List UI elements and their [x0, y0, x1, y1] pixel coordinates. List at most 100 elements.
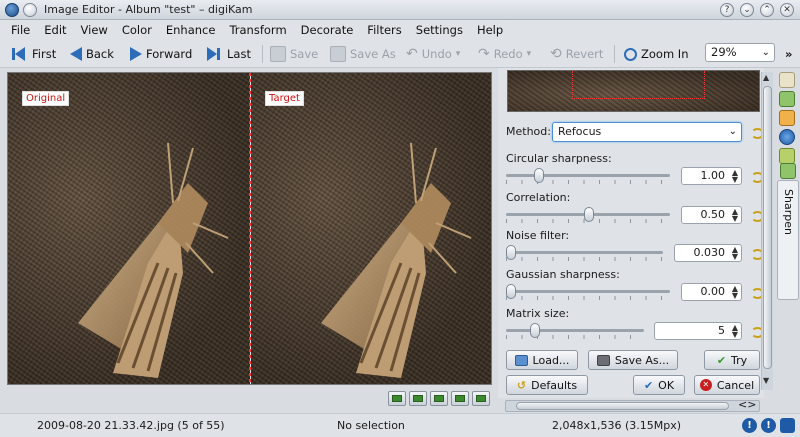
defaults-button[interactable]: ↺ Defaults — [506, 375, 588, 395]
save-button[interactable]: Save — [270, 44, 318, 64]
toolbar-overflow-button[interactable]: » — [785, 44, 792, 64]
spin-arrows-icon[interactable]: ▲ ▼ — [732, 246, 738, 261]
sidebar-tab-colors[interactable] — [779, 110, 795, 126]
sticky-icon[interactable] — [23, 3, 37, 17]
menu-decorate[interactable]: Decorate — [294, 23, 361, 37]
menu-transform[interactable]: Transform — [222, 23, 293, 37]
back-button[interactable]: Back — [70, 44, 114, 64]
scroll-down-icon[interactable]: ▼ — [763, 376, 769, 385]
circular-sharpness-slider[interactable] — [506, 168, 670, 184]
noise-filter-slider[interactable] — [506, 245, 663, 261]
sidebar-tab-sharpen[interactable]: Sharpen — [777, 163, 799, 300]
preview-mode-button[interactable] — [409, 391, 427, 406]
last-button[interactable]: Last — [207, 44, 251, 64]
close-button[interactable]: ✕ — [780, 3, 794, 17]
correlation-slider[interactable] — [506, 207, 670, 223]
menu-enhance[interactable]: Enhance — [159, 23, 223, 37]
save-as-button[interactable]: Save As — [330, 44, 396, 64]
sidebar-tab-properties[interactable] — [779, 72, 795, 88]
noise-filter-spinbox[interactable]: 0.030 ▲ ▼ — [674, 244, 742, 262]
back-label: Back — [86, 47, 114, 61]
ok-label: OK — [658, 378, 675, 392]
ok-button[interactable]: ✔ OK — [633, 375, 685, 395]
slider-handle[interactable] — [584, 207, 594, 222]
undo-dropdown-icon[interactable]: ▾ — [456, 49, 461, 59]
spin-arrows-icon[interactable]: ▲ ▼ — [732, 285, 738, 300]
minimize-button[interactable]: ⌄ — [740, 3, 754, 17]
scroll-arrows-icon[interactable]: <> — [738, 398, 756, 411]
revert-button[interactable]: ⟲ Revert — [550, 44, 603, 64]
info-icon[interactable]: ! — [742, 418, 757, 433]
gaussian-sharpness-slider[interactable] — [506, 284, 670, 300]
method-select[interactable]: Refocus ⌄ — [552, 122, 742, 142]
navigator-selection[interactable] — [572, 71, 705, 99]
preview-mode-button[interactable] — [430, 391, 448, 406]
matrix-size-spinbox[interactable]: 5 ▲ ▼ — [654, 322, 742, 340]
matrix-size-slider[interactable] — [506, 323, 644, 339]
scroll-up-icon[interactable]: ▲ — [763, 73, 769, 82]
menu-filters[interactable]: Filters — [360, 23, 408, 37]
cancel-button[interactable]: ✕ Cancel — [694, 375, 760, 395]
slider-ticks — [506, 335, 644, 339]
app-icon[interactable] — [5, 3, 19, 17]
menu-color[interactable]: Color — [115, 23, 159, 37]
magnifier-icon — [624, 47, 637, 61]
menu-settings[interactable]: Settings — [409, 23, 470, 37]
original-image[interactable]: Original — [8, 73, 250, 384]
scrollbar-thumb[interactable] — [763, 86, 772, 369]
menu-view[interactable]: View — [74, 23, 115, 37]
slider-handle[interactable] — [534, 168, 544, 183]
sidebar-tab-metadata[interactable] — [779, 91, 795, 107]
menu-edit[interactable]: Edit — [37, 23, 73, 37]
panel-vertical-scrollbar[interactable]: ▲ ▼ — [761, 72, 773, 390]
sidebar-tab-geolocation[interactable] — [779, 129, 795, 145]
circular-sharpness-spinbox[interactable]: 1.00 ▲ ▼ — [681, 167, 742, 185]
preview-mode-button[interactable] — [472, 391, 490, 406]
original-label: Original — [22, 91, 70, 106]
save-as-settings-button[interactable]: Save As... — [588, 350, 678, 370]
undo-button[interactable]: ↶ Undo ▾ — [406, 44, 460, 64]
status-bar: 2009-08-20 21.33.42.jpg (5 of 55) No sel… — [0, 413, 800, 437]
preview-mode-button[interactable] — [451, 391, 469, 406]
spin-arrows-icon[interactable]: ▲ ▼ — [732, 169, 738, 184]
first-button[interactable]: First — [12, 44, 56, 64]
menu-help[interactable]: Help — [470, 23, 510, 37]
maximize-button[interactable]: ⌃ — [760, 3, 774, 17]
folder-open-icon — [514, 354, 528, 366]
sharpen-tool-panel: Method: Refocus ⌄ Circular sharpness: 1.… — [498, 68, 764, 398]
slider-handle[interactable] — [506, 284, 516, 299]
scrollbar-thumb[interactable] — [516, 402, 729, 410]
slider-handle[interactable] — [530, 323, 540, 338]
navigator-thumbnail[interactable] — [507, 70, 760, 112]
preview-mode-button[interactable] — [388, 391, 406, 406]
zoom-in-button[interactable]: Zoom In — [624, 44, 689, 64]
spin-arrows-icon[interactable]: ▲ ▼ — [732, 208, 738, 223]
moth-image — [321, 142, 472, 378]
try-button[interactable]: ✔ Try — [704, 350, 760, 370]
slider-handle[interactable] — [506, 245, 516, 260]
context-help-button[interactable]: ? — [720, 3, 734, 17]
correlation-spinbox[interactable]: 0.50 ▲ ▼ — [681, 206, 742, 224]
info-icon[interactable]: ! — [761, 418, 776, 433]
sharpen-tab-label: Sharpen — [782, 189, 795, 235]
selection-info: No selection — [337, 419, 405, 432]
sidebar-tab-tags[interactable] — [779, 148, 795, 164]
target-image[interactable]: Target — [251, 73, 491, 384]
zoom-level-select[interactable]: 29% ⌄ — [705, 43, 775, 62]
menu-file[interactable]: File — [4, 23, 37, 37]
progress-icon[interactable] — [780, 418, 795, 433]
redo-dropdown-icon[interactable]: ▾ — [527, 49, 532, 59]
forward-arrow-icon — [130, 47, 142, 61]
gaussian-sharpness-spinbox[interactable]: 0.00 ▲ ▼ — [681, 283, 742, 301]
image-dimensions: 2,048x1,536 (3.15Mpx) — [552, 419, 682, 432]
panel-horizontal-scrollbar[interactable] — [505, 400, 760, 412]
image-canvas[interactable]: Original Target — [7, 72, 492, 385]
spin-arrows-icon[interactable]: ▲ ▼ — [732, 324, 738, 339]
toolbar-separator — [262, 45, 263, 63]
first-label: First — [32, 47, 57, 61]
redo-button[interactable]: ↷ Redo ▾ — [478, 44, 531, 64]
load-button[interactable]: Load... — [506, 350, 578, 370]
slider-ticks — [506, 296, 670, 300]
forward-button[interactable]: Forward — [130, 44, 192, 64]
image-icon — [476, 395, 486, 402]
